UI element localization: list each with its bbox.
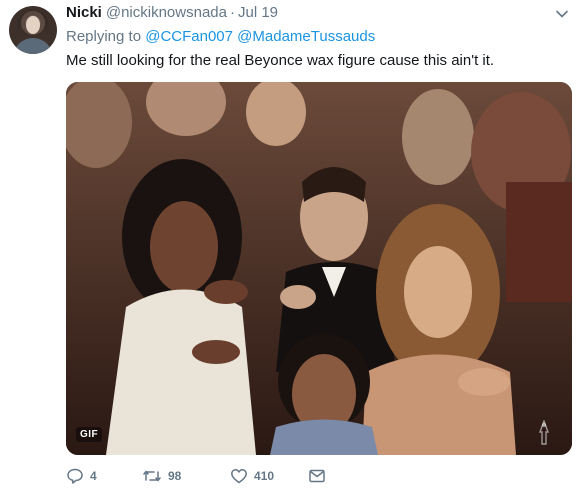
header-separator: ·: [229, 4, 235, 21]
reply-mention[interactable]: @MadameTussauds: [237, 28, 375, 45]
replying-to: Replying to @CCFan007 @MadameTussauds: [66, 28, 375, 48]
author-handle[interactable]: @nickiknowsnada: [106, 4, 227, 21]
tweet-actions: 4 98 410: [66, 464, 366, 488]
tweet-text: Me still looking for the real Beyonce wa…: [66, 52, 495, 69]
tweet-date[interactable]: Jul 19: [238, 4, 278, 21]
gif-media[interactable]: GIF: [66, 82, 572, 455]
statuette-watermark-icon: [539, 420, 549, 445]
retweet-button[interactable]: 98: [142, 464, 181, 488]
gif-badge: GIF: [76, 427, 103, 442]
chevron-down-icon[interactable]: [554, 6, 570, 22]
like-button[interactable]: 410: [230, 464, 274, 488]
heart-icon: [231, 469, 247, 484]
gif-frame: [66, 82, 572, 455]
like-count: 410: [254, 469, 275, 483]
direct-message-button[interactable]: [308, 464, 326, 488]
reply-count: 4: [90, 469, 97, 483]
avatar-face: [26, 16, 40, 34]
tweet-header: Nicki @nickiknowsnada · Jul 19: [66, 4, 278, 24]
retweet-icon: [143, 470, 161, 482]
retweet-count: 98: [168, 469, 182, 483]
tweet: Nicki @nickiknowsnada · Jul 19 Replying …: [0, 0, 579, 497]
author-name[interactable]: Nicki: [66, 4, 102, 21]
reply-icon: [67, 468, 83, 484]
reply-mention[interactable]: @CCFan007: [145, 28, 233, 45]
envelope-icon: [309, 469, 325, 483]
reply-button[interactable]: 4: [66, 464, 97, 488]
replying-to-label: Replying to: [66, 28, 142, 45]
avatar[interactable]: [9, 6, 57, 54]
